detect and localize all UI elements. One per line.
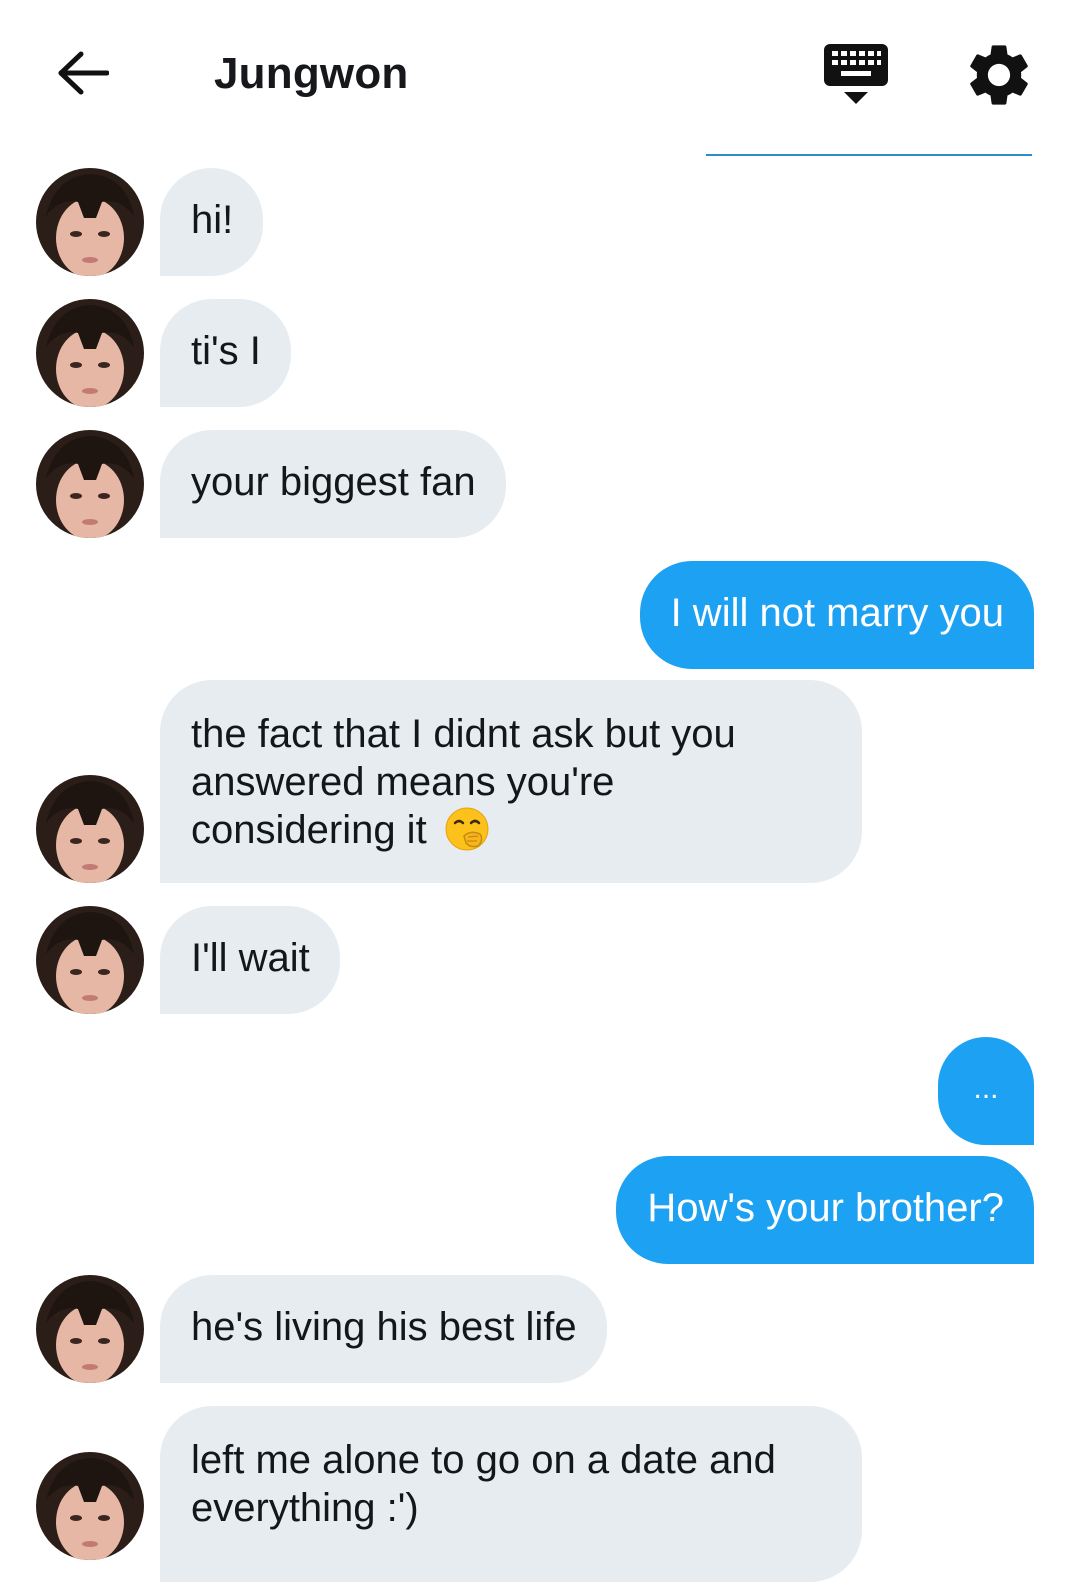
header-divider xyxy=(706,154,1032,156)
message-bubble-incoming[interactable]: I'll wait xyxy=(160,906,340,1014)
settings-button[interactable] xyxy=(962,38,1036,112)
message-line: answered means you're xyxy=(191,760,615,804)
message-line: considering it xyxy=(191,808,427,852)
message-bubble-incoming[interactable]: ti's I xyxy=(160,299,291,407)
avatar-photo xyxy=(36,168,144,276)
message-text: ti's I xyxy=(191,329,261,373)
message-text: ... xyxy=(973,1072,999,1105)
conversation-header: Jungwon xyxy=(0,0,1080,150)
avatar[interactable] xyxy=(36,1452,144,1560)
conversation-title: Jungwon xyxy=(214,49,409,98)
avatar[interactable] xyxy=(36,1275,144,1383)
message-bubble-incoming[interactable]: left me alone to go on a date and everyt… xyxy=(160,1406,862,1582)
avatar-photo xyxy=(36,1452,144,1560)
dm-conversation-screen: Jungwon hi! ti's I your biggest fan I wi… xyxy=(0,0,1080,1582)
arrow-left-icon xyxy=(58,51,109,95)
avatar-photo xyxy=(36,299,144,407)
avatar[interactable] xyxy=(36,299,144,407)
message-bubble-outgoing[interactable]: I will not marry you xyxy=(639,561,1034,669)
gear-icon xyxy=(970,45,1028,105)
back-button[interactable] xyxy=(50,42,116,104)
hand-over-mouth-emoji-icon xyxy=(445,807,489,851)
avatar-photo xyxy=(36,775,144,883)
avatar[interactable] xyxy=(36,775,144,883)
avatar-photo xyxy=(36,906,144,1014)
message-line: the fact that I didnt ask but you xyxy=(191,712,736,756)
message-text: your biggest fan xyxy=(191,460,476,504)
message-bubble-incoming[interactable]: your biggest fan xyxy=(160,430,506,538)
message-bubble-incoming[interactable]: hi! xyxy=(160,168,264,276)
message-text: How's your brother? xyxy=(647,1186,1004,1230)
message-text: I will not marry you xyxy=(670,591,1004,635)
message-line: left me alone to go on a date and xyxy=(191,1438,776,1482)
message-bubble-incoming[interactable]: the fact that I didnt ask but you answer… xyxy=(160,680,862,883)
message-line-with-emoji: considering it xyxy=(191,806,832,854)
message-bubble-outgoing[interactable]: How's your brother? xyxy=(616,1156,1034,1264)
message-text: hi! xyxy=(191,198,234,242)
message-line: everything :') xyxy=(191,1486,419,1530)
message-text: he's living his best life xyxy=(191,1305,577,1349)
avatar-photo xyxy=(36,1275,144,1383)
message-bubble-outgoing[interactable]: ... xyxy=(938,1037,1034,1145)
avatar-photo xyxy=(36,430,144,538)
message-bubble-incoming[interactable]: he's living his best life xyxy=(160,1275,607,1383)
keyboard-hide-icon xyxy=(824,44,888,104)
hide-keyboard-button[interactable] xyxy=(820,40,892,110)
avatar[interactable] xyxy=(36,906,144,1014)
message-text: I'll wait xyxy=(191,936,310,980)
avatar[interactable] xyxy=(36,168,144,276)
avatar[interactable] xyxy=(36,430,144,538)
